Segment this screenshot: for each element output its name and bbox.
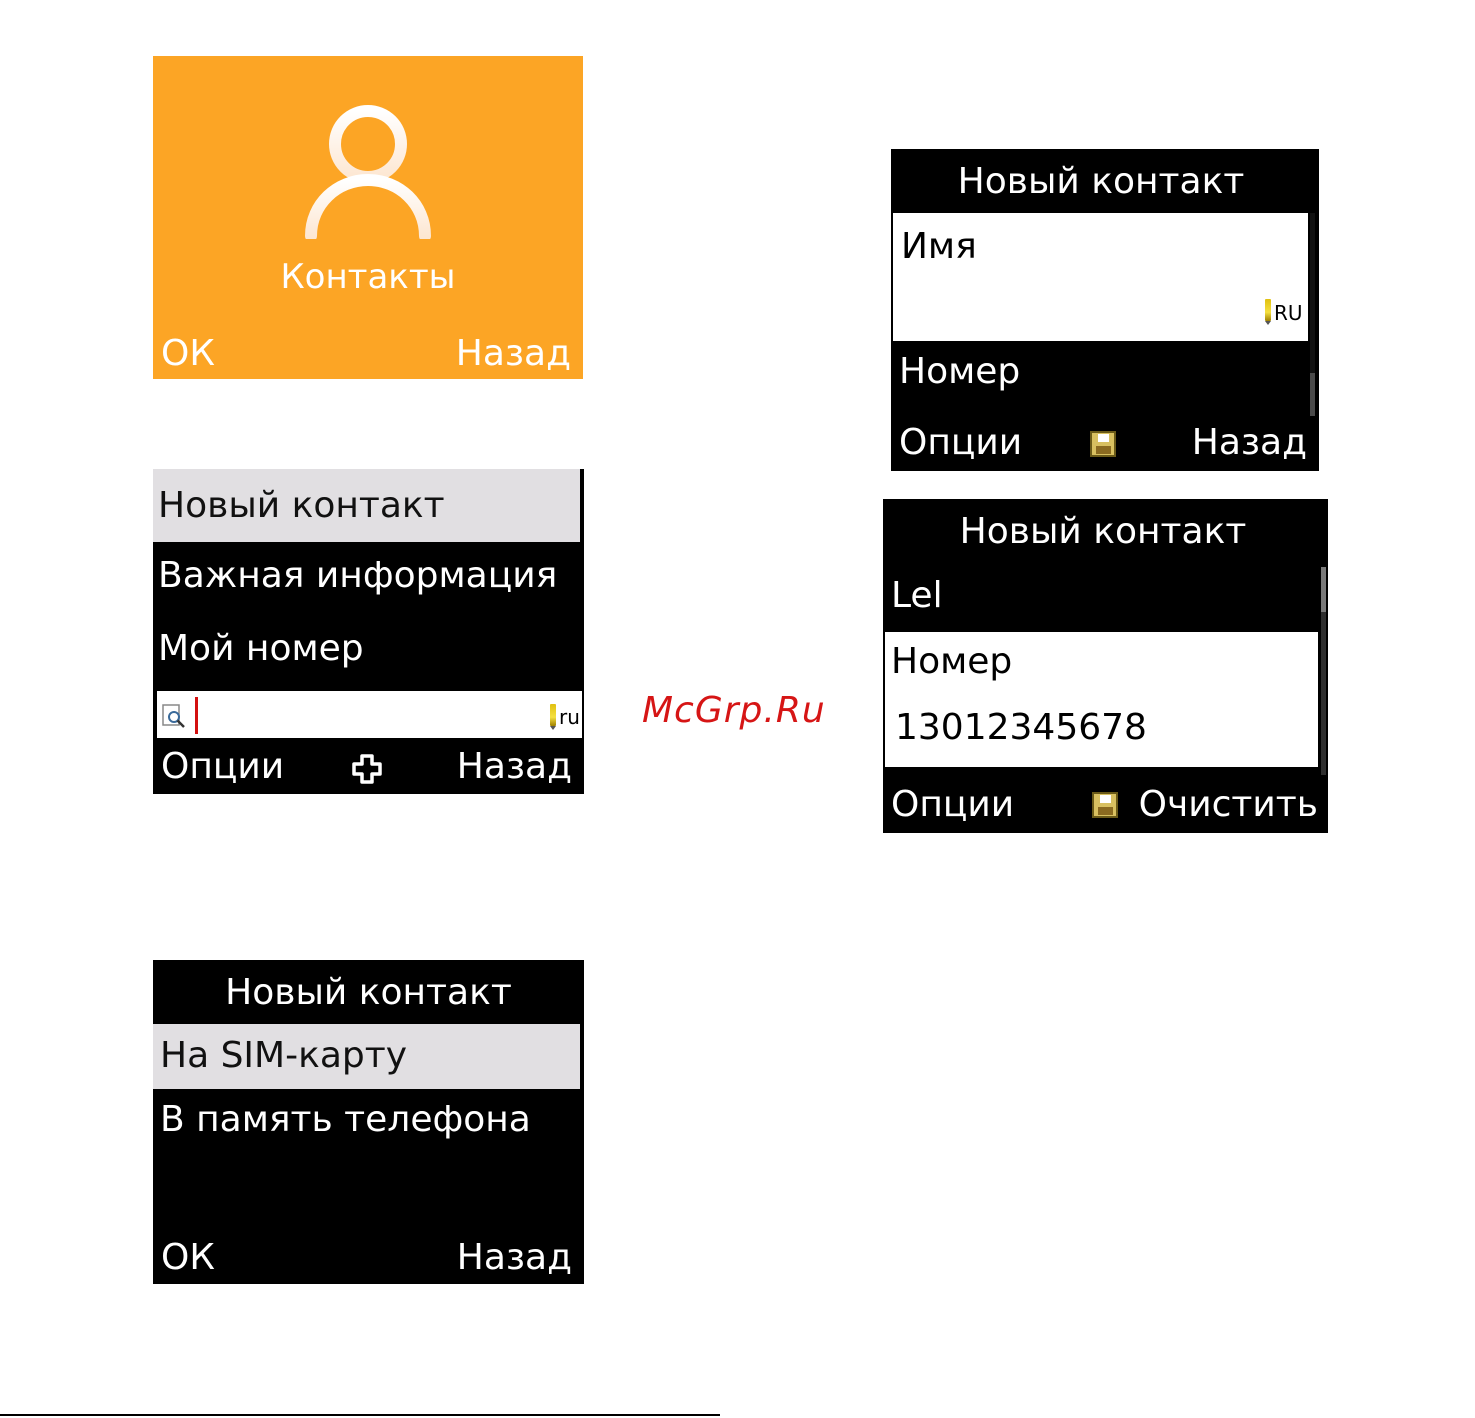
list-item-important-info[interactable]: Важная информация [158,558,557,594]
options-softkey[interactable]: Опции [891,787,1014,823]
ok-softkey[interactable]: ОК [161,1240,215,1276]
name-value[interactable]: Lel [891,578,943,614]
search-input[interactable]: ru [157,691,582,738]
name-field[interactable]: Имя RU [893,213,1308,341]
list-item-new-contact[interactable]: Новый контакт [158,488,445,524]
dpad-icon[interactable] [352,754,382,784]
save-icon[interactable] [1092,792,1118,818]
number-value: 13012345678 [895,707,1147,748]
back-softkey[interactable]: Назад [456,336,571,372]
options-softkey[interactable]: Опции [161,749,284,785]
ok-softkey[interactable]: ОК [161,336,215,372]
clear-softkey[interactable]: Очистить [1139,787,1318,823]
input-language: RU [1274,301,1303,325]
watermark: McGrp.Ru [642,690,826,731]
option-sim-card[interactable]: На SIM-карту [160,1038,407,1074]
number-field[interactable]: Номер 13012345678 [885,632,1318,767]
pencil-icon [1265,299,1271,325]
person-icon[interactable] [303,104,433,239]
text-cursor [195,697,198,734]
contacts-list-screen: Новый контакт Важная информация Мой номе… [153,469,584,794]
contacts-launcher-screen: Контакты ОК Назад [153,56,583,379]
number-field-label: Номер [891,641,1013,682]
back-softkey[interactable]: Назад [457,1240,572,1276]
back-softkey[interactable]: Назад [457,749,572,785]
new-contact-name-screen: Новый контакт Имя RU Номер Опции Назад [891,149,1319,471]
name-field-label: Имя [901,226,977,267]
screen-header: Новый контакт [957,161,1245,202]
number-field-label[interactable]: Номер [899,354,1020,390]
option-phone-memory[interactable]: В память телефона [160,1102,531,1138]
pencil-icon [550,704,556,730]
screen-header: Новый контакт [225,972,512,1013]
save-icon[interactable] [1090,431,1116,457]
back-softkey[interactable]: Назад [1192,425,1307,461]
new-contact-number-screen: Новый контакт Lel Номер 13012345678 Опци… [883,499,1328,833]
input-language: ru [559,705,580,729]
save-location-screen: Новый контакт На SIM-карту В память теле… [153,960,584,1284]
search-icon [162,704,185,728]
scrollbar[interactable] [1321,567,1326,775]
scrollbar[interactable] [1310,213,1315,416]
list-item-my-number[interactable]: Мой номер [158,631,364,667]
app-title: Контакты [280,257,456,297]
screen-header: Новый контакт [959,511,1247,552]
divider [0,1414,720,1416]
options-softkey[interactable]: Опции [899,425,1022,461]
